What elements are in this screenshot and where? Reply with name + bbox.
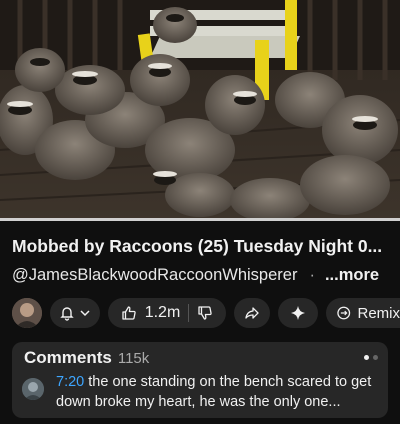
remix-icon [337,306,351,320]
channel-handle[interactable]: @JamesBlackwoodRaccoonWhisperer [12,266,297,285]
thumbs-down-icon [198,306,212,320]
video-frame [0,0,400,220]
comment-timestamp-link[interactable]: 7:20 [56,374,84,390]
thumbs-up-icon [122,306,136,320]
share-button[interactable] [234,298,270,328]
dot-inactive [373,355,378,360]
sparkle-icon [291,306,305,320]
channel-avatar[interactable] [12,298,42,328]
chevron-down-icon [80,310,90,317]
video-progress-fill [0,218,400,221]
comment-text: the one standing on the bench scared to … [56,374,372,410]
like-divider [188,304,190,322]
dot-active [364,355,369,360]
share-icon [245,307,259,319]
action-row: 1.2m Remix [0,296,400,330]
comments-count: 115k [117,350,150,367]
more-link[interactable]: ...more [325,266,379,285]
video-progress-bar[interactable] [0,218,400,221]
remix-button[interactable]: Remix [326,298,400,328]
remix-label: Remix [357,304,400,322]
comments-panel[interactable]: Comments 115k 7:20 the one standing on th… [12,342,388,418]
comments-header: Comments 115k [24,348,149,368]
like-dislike-group: 1.2m [108,298,226,328]
carousel-dots [364,355,378,360]
separator-dot: · [309,266,315,284]
channel-row: @JamesBlackwoodRaccoonWhisperer · ...mor… [12,266,392,285]
comments-heading: Comments [24,348,112,367]
like-count: 1.2m [144,304,181,321]
like-button[interactable]: 1.2m [121,304,181,322]
top-comment: 7:20 the one standing on the bench scare… [56,372,380,412]
video-player[interactable] [0,0,400,220]
sparkle-button[interactable] [278,298,318,328]
subscribe-notifications-button[interactable] [50,298,100,328]
bell-icon [60,307,74,321]
commenter-avatar [22,378,44,400]
dislike-button[interactable] [197,305,213,321]
video-title[interactable]: Mobbed by Raccoons (25) Tuesday Night 0.… [12,236,392,257]
